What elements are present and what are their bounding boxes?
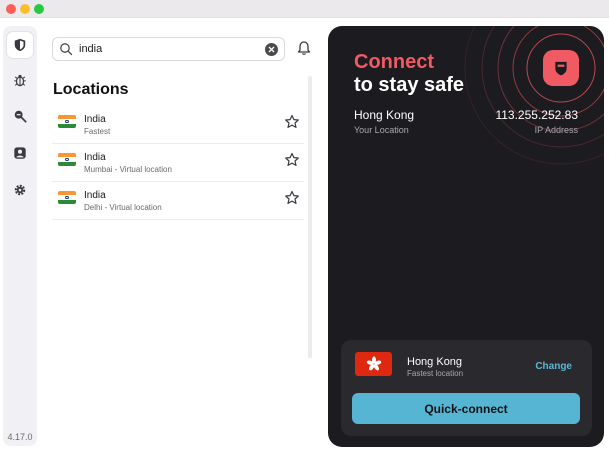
zoom-window-button[interactable]: [34, 4, 44, 14]
sidebar-item-dark-web-monitor[interactable]: [7, 103, 33, 129]
locations-heading: Locations: [53, 81, 129, 98]
ip-address: 113.255.252.83: [495, 108, 578, 122]
india-flag-icon: [58, 115, 76, 128]
change-location-link[interactable]: Change: [535, 361, 572, 372]
search-input[interactable]: india: [79, 43, 102, 55]
account-icon: [14, 147, 26, 159]
favorite-star-icon[interactable]: [284, 190, 300, 206]
bell-icon[interactable]: [296, 40, 312, 56]
india-flag-icon: [58, 153, 76, 166]
ip-address-label: IP Address: [534, 125, 578, 135]
location-country: India: [84, 190, 106, 201]
window-titlebar: [0, 0, 609, 18]
sidebar-item-settings[interactable]: [7, 177, 33, 203]
location-detail: Mumbai - Virtual location: [84, 165, 172, 174]
quick-connect-card: Hong Kong Fastest location Change Quick-…: [341, 340, 592, 436]
quick-connect-button[interactable]: Quick-connect: [352, 393, 580, 424]
shield-icon: [14, 38, 26, 52]
location-detail: Fastest: [84, 127, 111, 136]
location-detail: Delhi - Virtual location: [84, 203, 162, 212]
location-row[interactable]: India Delhi - Virtual location: [52, 182, 304, 220]
location-row[interactable]: India Fastest: [52, 106, 304, 144]
sidebar-item-account[interactable]: [7, 140, 33, 166]
current-location-label: Your Location: [354, 125, 409, 135]
search-alert-icon: [14, 110, 27, 123]
app-version: 4.17.0: [7, 432, 33, 442]
list-scrollbar[interactable]: [308, 76, 312, 358]
clear-icon: [268, 46, 275, 53]
status-title: Connect: [354, 51, 434, 73]
favorite-star-icon[interactable]: [284, 152, 300, 168]
shield-icon: [555, 61, 567, 76]
clear-search-button[interactable]: [265, 43, 278, 56]
search-icon: [60, 43, 73, 56]
minimize-window-button[interactable]: [20, 4, 30, 14]
favorite-star-icon[interactable]: [284, 114, 300, 130]
quick-connect-detail: Fastest location: [407, 369, 464, 378]
sidebar-item-threat-protection[interactable]: [7, 67, 33, 93]
sidebar-item-protection[interactable]: [7, 32, 33, 58]
bug-icon: [14, 74, 26, 87]
status-subtitle: to stay safe: [354, 74, 465, 96]
gear-icon: [14, 184, 26, 196]
hong-kong-flag-icon: [355, 352, 392, 376]
india-flag-icon: [58, 191, 76, 204]
location-country: India: [84, 152, 106, 163]
search-field[interactable]: india: [52, 37, 285, 61]
location-row[interactable]: India Mumbai - Virtual location: [52, 144, 304, 182]
quick-connect-country: Hong Kong: [407, 356, 463, 368]
close-window-button[interactable]: [6, 4, 16, 14]
current-location: Hong Kong: [354, 108, 415, 122]
sidebar: 4.17.0: [3, 26, 37, 446]
location-country: India: [84, 114, 106, 125]
connection-status-badge: [543, 50, 579, 86]
connection-panel: Connect to stay safe Hong Kong Your Loca…: [328, 26, 604, 447]
